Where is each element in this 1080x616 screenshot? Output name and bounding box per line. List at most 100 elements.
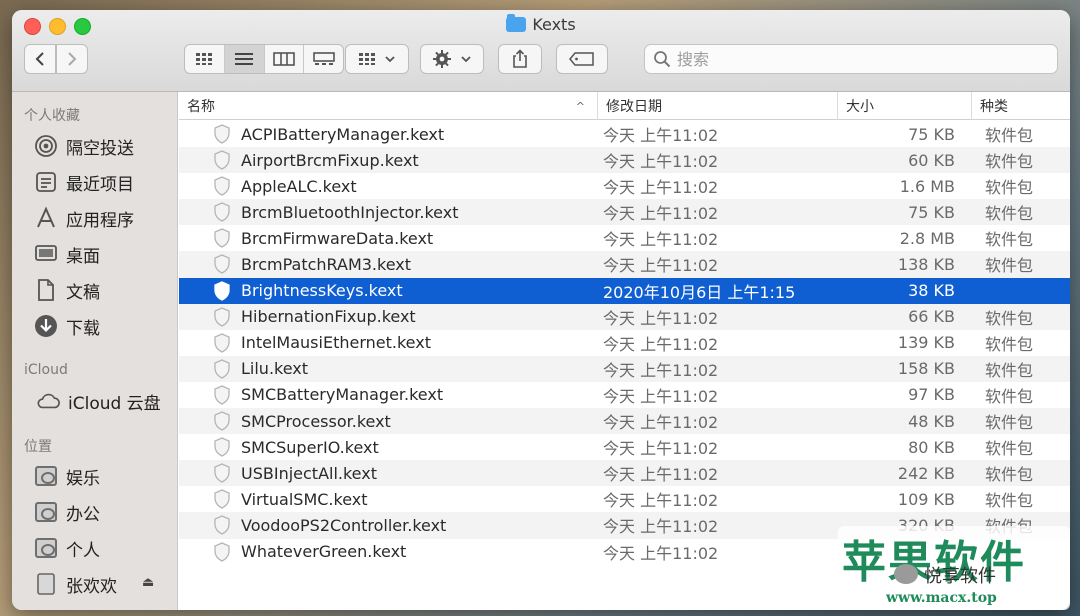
sidebar-item-downloads[interactable]: 下载 [34,311,100,341]
table-row[interactable]: SMCSuperIO.kext 今天 上午11:02 80 KB 软件包 [179,434,1070,460]
action-menu-button[interactable] [420,44,484,74]
table-row[interactable]: AppleALC.kext 今天 上午11:02 1.6 MB 软件包 [179,173,1070,199]
sidebar-item-label: 个人 [66,540,100,561]
file-date: 今天 上午11:02 [603,334,719,354]
list-view-button[interactable] [224,45,265,73]
eject-icon[interactable]: ⏏ [142,575,154,590]
share-button[interactable] [498,44,542,74]
table-row[interactable]: SMCProcessor.kext 今天 上午11:02 48 KB 软件包 [179,408,1070,435]
sidebar-item-disk-entertainment[interactable]: 娱乐 [34,461,100,491]
column-header-size[interactable]: 大小 [837,92,971,120]
wechat-icon [894,564,918,584]
search-icon [654,51,671,68]
file-size: 38 KB [908,281,955,301]
watermark-subtitle: 悦享软件 [924,566,996,587]
file-name: VoodooPS2Controller.kext [241,515,447,535]
file-kind: 软件包 [985,334,1034,354]
titlebar: Kexts [12,10,1070,92]
file-name: IntelMausiEthernet.kext [241,333,431,353]
column-header-kind[interactable]: 种类 [971,92,1070,120]
kext-icon [213,225,231,251]
file-kind: 软件包 [985,413,1034,433]
file-name: BrcmPatchRAM3.kext [241,254,412,274]
file-date: 今天 上午11:02 [603,465,719,485]
file-name: BrcmFirmwareData.kext [241,228,434,248]
table-row[interactable]: SMCBatteryManager.kext 今天 上午11:02 97 KB 软件包 [179,382,1070,408]
file-kind: 软件包 [985,256,1034,276]
disk-icon [34,536,58,560]
tag-button[interactable] [556,44,608,74]
sidebar-item-airdrop[interactable]: 隔空投送 [34,131,134,161]
table-row[interactable]: BrcmBluetoothInjector.kext 今天 上午11:02 75 K… [179,199,1070,226]
column-header-name[interactable]: 名称 ^ [179,92,597,120]
sidebar-item-icloud-drive[interactable]: iCloud 云盘 [36,386,161,416]
kext-icon [213,460,231,486]
sidebar-item-disk-personal[interactable]: 个人 [34,533,100,563]
finder-window: Kexts 搜索 个人收藏 隔空投送 最近项目 应用程序 桌面 文稿 下载 iC… [12,10,1070,610]
table-row[interactable]: HibernationFixup.kext 今天 上午11:02 66 KB 软件包 [179,303,1070,330]
table-row[interactable]: BrcmFirmwareData.kext 今天 上午11:02 2.8 MB 软件包 [179,225,1070,251]
kext-icon [213,382,231,408]
sidebar-item-label: 娱乐 [66,468,100,489]
file-size: 138 KB [897,254,955,274]
file-name: BrcmBluetoothInjector.kext [241,202,459,222]
sidebar-item-drive-user[interactable]: 张欢欢 [34,569,117,599]
file-date: 2020年10月6日 上午1:15 [603,282,796,302]
table-row[interactable]: Lilu.kext 今天 上午11:02 158 KB 软件包 [179,355,1070,382]
table-row[interactable]: ACPIBatteryManager.kext 今天 上午11:02 75 KB 软件… [179,121,1070,147]
chevron-down-icon [385,56,395,63]
disk-icon [34,464,58,488]
kext-icon [213,330,231,356]
file-kind: 软件包 [985,178,1034,198]
table-row[interactable]: VirtualSMC.kext 今天 上午11:02 109 KB 软件包 [179,486,1070,512]
watermark-url: www.macx.top [886,590,997,606]
sidebar-item-label: 桌面 [66,246,100,267]
kext-icon [213,251,231,277]
file-name: ACPIBatteryManager.kext [241,124,445,144]
sidebar-section-icloud: iCloud [24,362,68,378]
window-title-text: Kexts [532,15,576,34]
sidebar-item-recents[interactable]: 最近项目 [34,167,134,197]
table-row[interactable]: USBInjectAll.kext 今天 上午11:02 242 KB 软件包 [179,460,1070,487]
column-header-date[interactable]: 修改日期 [597,92,837,120]
sidebar-item-documents[interactable]: 文稿 [34,275,100,305]
file-kind: 软件包 [985,308,1034,328]
gallery-view-button[interactable] [304,45,343,73]
file-kind: 软件包 [985,204,1034,224]
sort-ascending-icon: ^ [575,99,585,113]
forward-button[interactable] [56,44,88,74]
column-header-size-label: 大小 [846,99,874,115]
kext-icon [213,147,231,173]
file-date: 今天 上午11:02 [603,256,719,276]
view-mode-segmented-control[interactable] [184,44,344,74]
sidebar-item-label: 隔空投送 [66,138,134,159]
table-row[interactable]: IntelMausiEthernet.kext 今天 上午11:02 139 KB 软… [179,330,1070,356]
kext-icon [213,434,231,460]
table-row[interactable]: BrcmPatchRAM3.kext 今天 上午11:02 138 KB 软件包 [179,251,1070,278]
icon-view-button[interactable] [185,45,225,73]
group-by-button[interactable] [345,44,409,74]
search-input[interactable] [677,49,1037,69]
sidebar-item-desktop[interactable]: 桌面 [34,239,100,269]
table-row[interactable]: BrightnessKeys.kext 2020年10月6日 上午1:15 38 K… [179,277,1070,304]
back-button[interactable] [24,44,56,74]
file-size: 1.6 MB [899,176,955,196]
file-size: 48 KB [908,411,955,431]
file-date: 今天 上午11:02 [603,230,719,250]
file-date: 今天 上午11:02 [603,543,719,563]
file-size: 2.8 MB [899,228,955,248]
table-row[interactable]: AirportBrcmFixup.kext 今天 上午11:02 60 KB 软件包 [179,147,1070,174]
column-view-button[interactable] [265,45,305,73]
kext-icon [213,304,231,330]
sidebar-item-applications[interactable]: 应用程序 [34,203,134,233]
sidebar-item-disk-office[interactable]: 办公 [34,497,100,527]
file-name: BrightnessKeys.kext [241,281,403,301]
column-header-date-label: 修改日期 [606,99,662,115]
file-name: SMCProcessor.kext [241,411,391,431]
file-name: HibernationFixup.kext [241,307,416,327]
kext-icon [213,512,231,538]
file-name: SMCSuperIO.kext [241,437,379,457]
column-header-name-label: 名称 [187,99,215,115]
search-field[interactable] [644,44,1058,74]
sidebar-item-label: 下载 [66,318,100,339]
